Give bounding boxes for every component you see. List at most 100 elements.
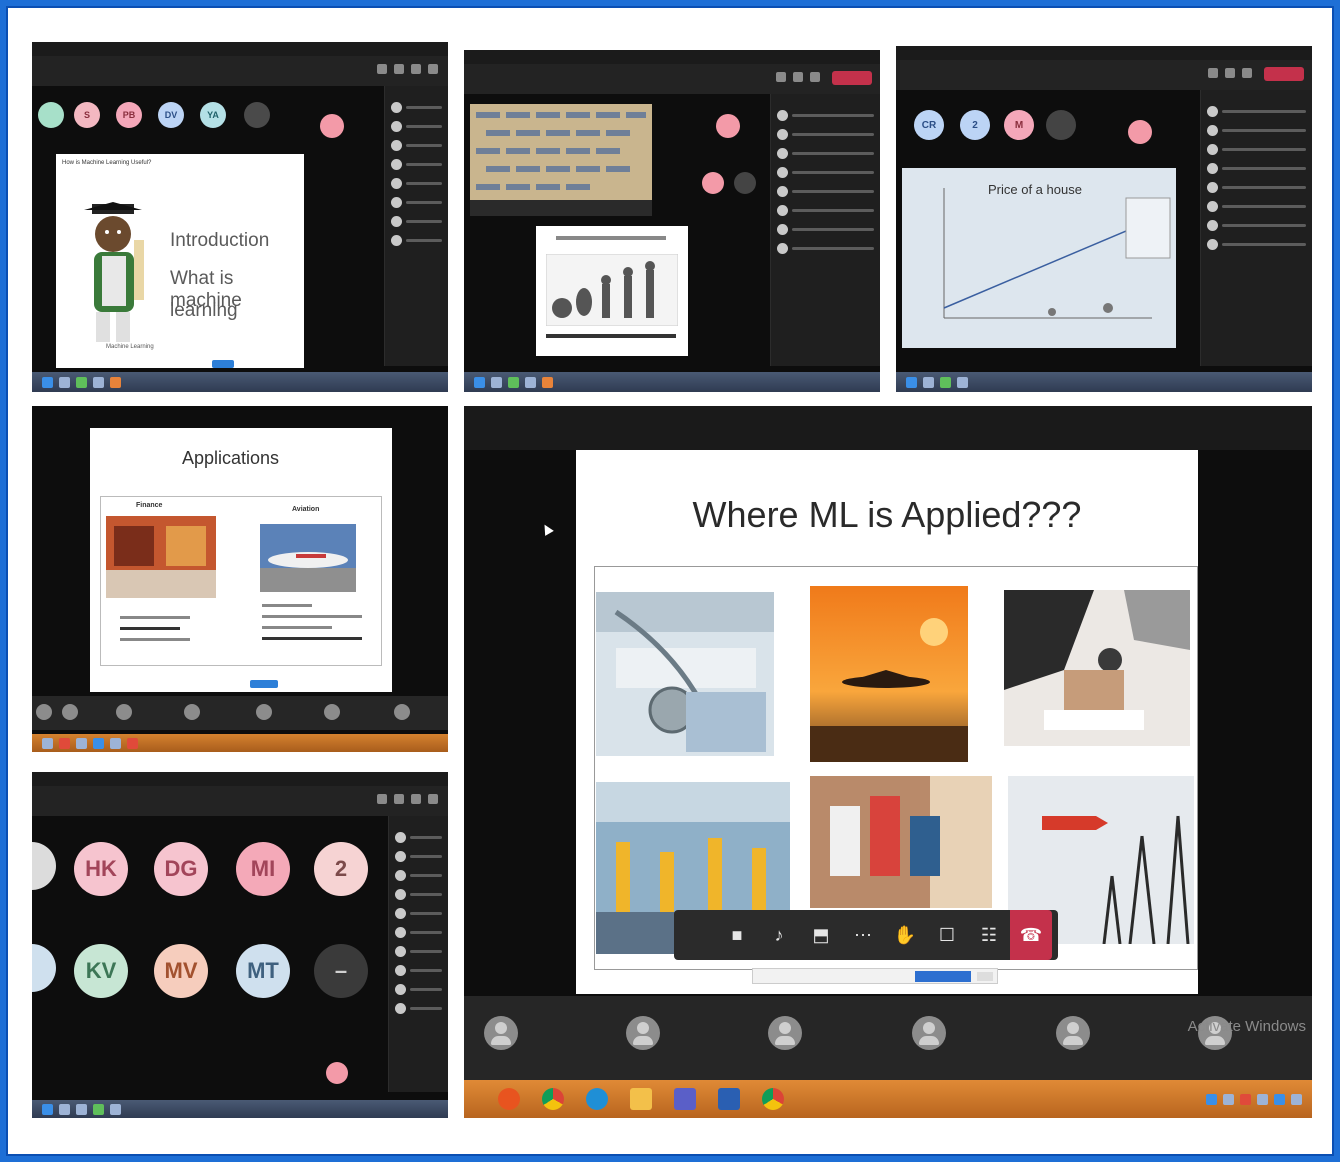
- participant-avatar: MI: [236, 842, 290, 896]
- participant-strip: [32, 696, 448, 730]
- participant-avatar: [244, 102, 270, 128]
- finance-image: [106, 516, 216, 598]
- activate-windows-watermark: Activate Windows: [1187, 1018, 1306, 1035]
- screenshot-intro: S PB DV YA How is Machine Learning Usefu…: [32, 42, 448, 392]
- mic-icon[interactable]: [1225, 68, 1235, 78]
- system-tray: [1206, 1093, 1302, 1105]
- applications-slide: Applications Finance Aviation: [90, 428, 392, 692]
- raise-hand-icon[interactable]: ✋: [884, 925, 926, 946]
- participant-strip: Activate Windows: [464, 996, 1312, 1080]
- teams-icon[interactable]: [674, 1088, 696, 1110]
- windows-taskbar: [32, 372, 448, 392]
- participants-panel: [1200, 90, 1312, 366]
- notification-action-button[interactable]: [915, 971, 971, 982]
- meeting-toolbar: [896, 60, 1312, 90]
- slide-caption: Machine Learning: [106, 344, 154, 350]
- participant-avatar: MV: [154, 944, 208, 998]
- participant-avatar: [32, 944, 56, 992]
- title-bar: [464, 50, 880, 64]
- collage-frame: S PB DV YA How is Machine Learning Usefu…: [6, 6, 1334, 1156]
- aviation-label: Aviation: [292, 506, 320, 513]
- chat-icon[interactable]: ☐: [926, 925, 968, 946]
- video-icon[interactable]: [1208, 68, 1218, 78]
- notification-bar: [752, 968, 998, 984]
- screenshot-participants-grid: HK DG MI 2 KV MV MT –: [32, 772, 448, 1118]
- windows-taskbar: [32, 734, 448, 752]
- meeting-toolbar: [32, 56, 448, 86]
- participant-avatar: CR: [914, 110, 944, 140]
- file-explorer-icon[interactable]: [630, 1088, 652, 1110]
- mic-icon[interactable]: ♪: [758, 925, 800, 946]
- firefox-icon[interactable]: [498, 1088, 520, 1110]
- slide-heading: How is Machine Learning Useful?: [62, 160, 152, 166]
- slide-nav-button[interactable]: [212, 360, 234, 368]
- word-icon[interactable]: [718, 1088, 740, 1110]
- participants-panel: [770, 94, 880, 366]
- slide-title: Applications: [182, 448, 280, 468]
- edge-icon[interactable]: [586, 1088, 608, 1110]
- participant-avatar: HK: [74, 842, 128, 896]
- windows-taskbar: [464, 1080, 1312, 1118]
- title-bar: [32, 772, 448, 786]
- participant-avatar: DG: [154, 842, 208, 896]
- shared-image-thumbnail: [470, 104, 652, 216]
- participant-avatar: S: [74, 102, 100, 128]
- leave-button[interactable]: [832, 71, 872, 85]
- video-icon[interactable]: [377, 794, 387, 804]
- participant-avatar: [326, 1062, 348, 1084]
- video-icon[interactable]: [377, 64, 387, 74]
- people-icon[interactable]: ☷: [968, 925, 1010, 946]
- participants-panel: [388, 816, 448, 1092]
- price-line-chart: [943, 188, 1171, 319]
- share-icon[interactable]: [411, 794, 421, 804]
- hang-up-icon[interactable]: ☎: [1010, 910, 1052, 960]
- participant-avatar: M: [1004, 110, 1034, 140]
- participant-avatar: PB: [116, 102, 142, 128]
- more-icon[interactable]: [428, 64, 438, 74]
- healthcare-image: [596, 592, 774, 756]
- participant-avatar: [32, 842, 56, 890]
- bullet-lines-left: [120, 616, 190, 641]
- participant-avatar: [716, 114, 740, 138]
- share-icon[interactable]: [1242, 68, 1252, 78]
- video-icon[interactable]: [776, 72, 786, 82]
- mic-icon[interactable]: [394, 794, 404, 804]
- share-icon[interactable]: ⬒: [800, 925, 842, 946]
- screenshot-house-price: CR 2 M Price of a house: [896, 46, 1312, 392]
- participant-avatar: [320, 114, 344, 138]
- title-bar: [32, 42, 448, 56]
- aviation-image: [260, 524, 356, 592]
- windows-taskbar: [896, 372, 1312, 392]
- meeting-control-bar: ■ ♪ ⬒ ⋯ ✋ ☐ ☷ ☎: [674, 910, 1058, 960]
- screenshot-evolution: [464, 50, 880, 392]
- more-icon[interactable]: [428, 794, 438, 804]
- share-icon[interactable]: [810, 72, 820, 82]
- participant-avatar: [734, 172, 756, 194]
- more-participants-avatar[interactable]: –: [314, 944, 368, 998]
- meeting-toolbar: [464, 64, 880, 94]
- slide-line: Introduction: [170, 230, 270, 251]
- meeting-toolbar: [32, 786, 448, 816]
- retail-shopping-image: [810, 776, 992, 908]
- slide-nav-button[interactable]: [250, 680, 278, 688]
- chrome-icon[interactable]: [542, 1088, 564, 1110]
- intro-slide: How is Machine Learning Useful? Introduc…: [56, 154, 304, 368]
- participant-avatar: MT: [236, 944, 290, 998]
- screenshot-where-ml-applied: Where ML is Applied??? ■ ♪ ⬒ ⋯ ✋ ☐ ☷ ☎ A…: [464, 406, 1312, 1118]
- notification-dismiss-button[interactable]: [977, 972, 993, 981]
- leave-button[interactable]: [1264, 67, 1304, 81]
- participant-avatar: [1046, 110, 1076, 140]
- mic-icon[interactable]: [793, 72, 803, 82]
- business-image: [1004, 590, 1190, 746]
- mouse-cursor: [540, 522, 554, 536]
- windows-taskbar: [464, 372, 880, 392]
- share-icon[interactable]: [411, 64, 421, 74]
- windows-taskbar: [32, 1100, 448, 1118]
- mic-icon[interactable]: [394, 64, 404, 74]
- participant-avatar: DV: [158, 102, 184, 128]
- more-icon[interactable]: ⋯: [842, 925, 884, 946]
- video-icon[interactable]: ■: [716, 925, 758, 946]
- participant-avatar: 2: [960, 110, 990, 140]
- chrome-icon[interactable]: [762, 1088, 784, 1110]
- participants-panel: [384, 86, 448, 366]
